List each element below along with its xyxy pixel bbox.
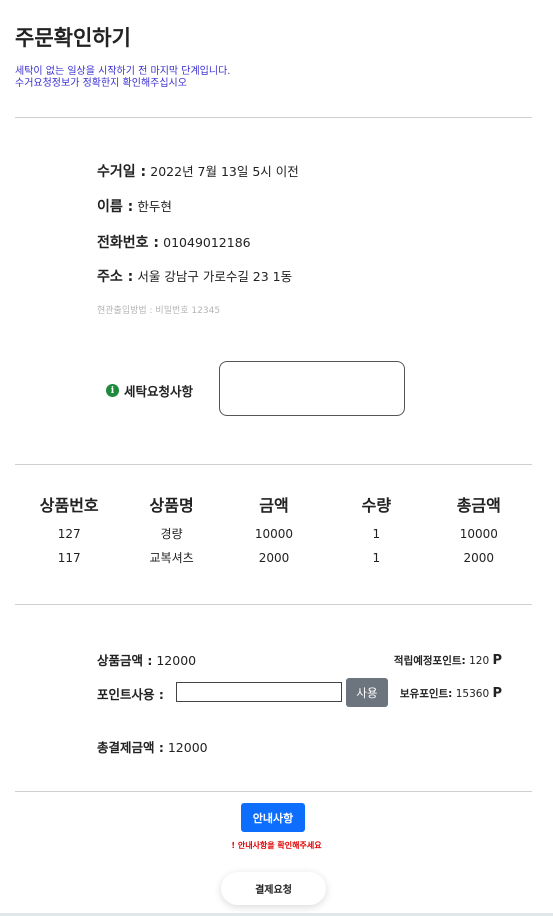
expected-points-label: 적립예정포인트: [393,655,466,667]
info-circle-icon: i [106,384,119,397]
cell-product-no: 117 [57,550,81,565]
name-value: 한두현 [137,199,172,214]
col-header-quantity: 수량 [361,496,392,515]
laundry-request-textarea[interactable] [219,361,405,416]
pickup-date-label: 수거일 : [97,164,147,180]
points-unit: P [492,653,502,668]
cell-total: 10000 [459,526,498,541]
cell-price: 10000 [254,526,294,541]
col-header-product-no: 상품번호 [39,496,99,515]
phone-row: 전화번호 : 01049012186 [97,232,251,252]
subtitle-line-1: 세탁이 없는 일상을 시작하기 전 마지막 단계입니다. [15,66,231,77]
cell-price: 2000 [258,550,290,565]
entrance-method: 현관출입방법 : 비밀번호 12345 [97,306,221,316]
page-subtitle: 세탁이 없는 일상을 시작하기 전 마지막 단계입니다. 수거요청정보가 정확한… [15,66,230,90]
product-amount-label: 상품금액 : [97,653,153,668]
cell-product-no: 127 [57,526,81,541]
point-use-input[interactable] [176,682,342,702]
cell-product-name: 경량 [160,527,183,541]
cell-product-name: 교복셔츠 [149,551,194,565]
laundry-request-text: 세탁요청사항 [124,384,194,399]
divider [15,117,532,118]
subtitle-line-2: 수거요청정보가 정확한지 확인해주십시오 [15,78,187,89]
pickup-date-value: 2022년 7월 13일 5시 이전 [150,164,299,179]
total-payment-label: 총결제금액 : [97,740,164,755]
owned-points-value: 15360 [455,688,490,700]
address-label: 주소 : [97,269,134,285]
points-unit: P [492,686,502,701]
divider [15,464,532,465]
product-amount-row: 상품금액 : 12000 [97,650,196,669]
col-header-price: 금액 [259,496,289,515]
col-header-product-name: 상품명 [149,496,194,515]
table-row: 117 교복셔츠 2000 1 2000 [18,546,530,570]
cell-quantity: 1 [372,526,381,541]
payment-request-button[interactable]: 결제요청 [221,872,326,905]
col-header-total: 총금액 [456,496,501,515]
expected-points-value: 120 [469,655,490,667]
total-payment-value: 12000 [167,740,208,755]
name-label: 이름 : [97,199,134,215]
product-amount-value: 12000 [156,653,197,668]
page-title: 주문확인하기 [15,26,131,50]
expected-points-row: 적립예정포인트: 120 P [394,653,502,668]
guide-button[interactable]: 안내사항 [241,803,305,832]
use-points-button[interactable]: 사용 [346,678,388,707]
cell-total: 2000 [463,550,495,565]
owned-points-label: 보유포인트: [399,688,453,700]
laundry-request-label: i 세탁요청사항 [106,381,193,400]
divider [15,604,532,605]
phone-label: 전화번호 : [97,235,159,251]
total-payment-row: 총결제금액 : 12000 [97,737,208,756]
pickup-date-row: 수거일 : 2022년 7월 13일 5시 이전 [97,161,299,181]
name-row: 이름 : 한두현 [97,196,172,216]
point-use-label-text: 포인트사용 : [97,687,164,702]
phone-value: 01049012186 [163,235,251,250]
address-value: 서울 강남구 가로수길 23 1동 [137,269,293,284]
owned-points-row: 보유포인트: 15360 P [400,686,502,701]
goods-header-row: 상품번호 상품명 금액 수량 총금액 [18,492,530,522]
goods-table: 상품번호 상품명 금액 수량 총금액 127 경량 10000 1 10000 … [18,492,530,570]
divider [15,791,532,792]
address-row: 주소 : 서울 강남구 가로수길 23 1동 [97,266,292,286]
point-use-label: 포인트사용 : [97,684,164,703]
guide-warning: ! 안내사항을 확인해주세요 [231,841,322,850]
table-row: 127 경량 10000 1 10000 [18,522,530,546]
cell-quantity: 1 [372,550,381,565]
